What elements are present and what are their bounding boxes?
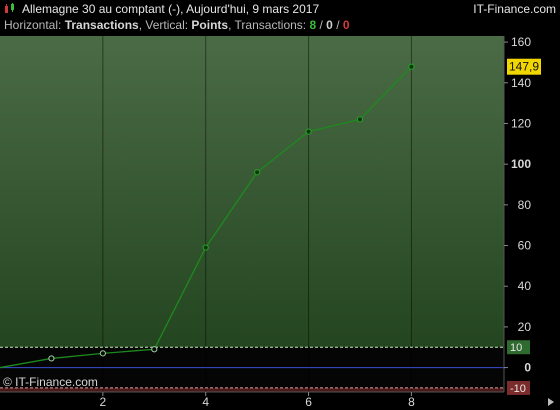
- lower-band-label: -10: [510, 383, 526, 395]
- data-point: [151, 346, 158, 353]
- last-value-label: 147,9: [509, 60, 539, 74]
- chart-title: Allemagne 30 au comptant (-), Aujourd'hu…: [22, 2, 320, 16]
- vertical-value: Points: [191, 18, 229, 32]
- chart-subtitle: Horizontal: Transactions, Vertical: Poin…: [4, 18, 350, 32]
- horizontal-value: Transactions: [64, 18, 139, 32]
- y-tick-label: 0: [524, 361, 531, 375]
- upper-zone: [0, 36, 504, 348]
- data-point: [305, 128, 312, 135]
- y-tick-label: 120: [511, 116, 531, 130]
- x-tick-label: 8: [408, 395, 415, 409]
- y-tick-label: 140: [511, 76, 531, 90]
- x-tick-label: 6: [305, 395, 312, 409]
- x-tick-label: 2: [100, 395, 107, 409]
- vertical-label: , Vertical:: [138, 18, 192, 32]
- y-tick-label: 40: [518, 279, 532, 293]
- separator-1: /: [316, 18, 327, 32]
- transactions-label: , Transactions:: [228, 18, 310, 32]
- upper-band-label: 10: [510, 342, 522, 354]
- data-point: [99, 350, 106, 357]
- chart-header: Allemagne 30 au comptant (-), Aujourd'hu…: [0, 0, 560, 36]
- chart-canvas: 160 140 120 100 80 60 40 20 0 2 4 6 8 10 -10 147,9: [0, 35, 560, 410]
- brand-name: IT-Finance.com: [473, 2, 556, 16]
- horizontal-label: Horizontal:: [4, 18, 65, 32]
- x-tick-label: 4: [202, 395, 209, 409]
- data-point: [202, 244, 209, 251]
- y-tick-label: 100: [511, 157, 531, 171]
- y-tick-label: 60: [518, 239, 532, 253]
- separator-2: /: [332, 18, 343, 32]
- y-tick-label: 80: [518, 198, 532, 212]
- copyright-text: © IT-Finance.com: [3, 375, 98, 389]
- data-point: [48, 355, 55, 362]
- y-tick-label: 20: [518, 320, 532, 334]
- data-point: [408, 63, 415, 70]
- transactions-count-down: 0: [342, 18, 350, 32]
- chart-window: 160 140 120 100 80 60 40 20 0 2 4 6 8 10 -10 147,9 Alle…: [0, 0, 560, 410]
- data-point: [254, 169, 261, 176]
- y-tick-label: 160: [511, 35, 531, 49]
- data-point: [356, 116, 364, 123]
- x-axis-panel: [0, 392, 560, 410]
- candlestick-icon: [5, 3, 14, 13]
- transactions-count-flat: 0: [326, 18, 333, 32]
